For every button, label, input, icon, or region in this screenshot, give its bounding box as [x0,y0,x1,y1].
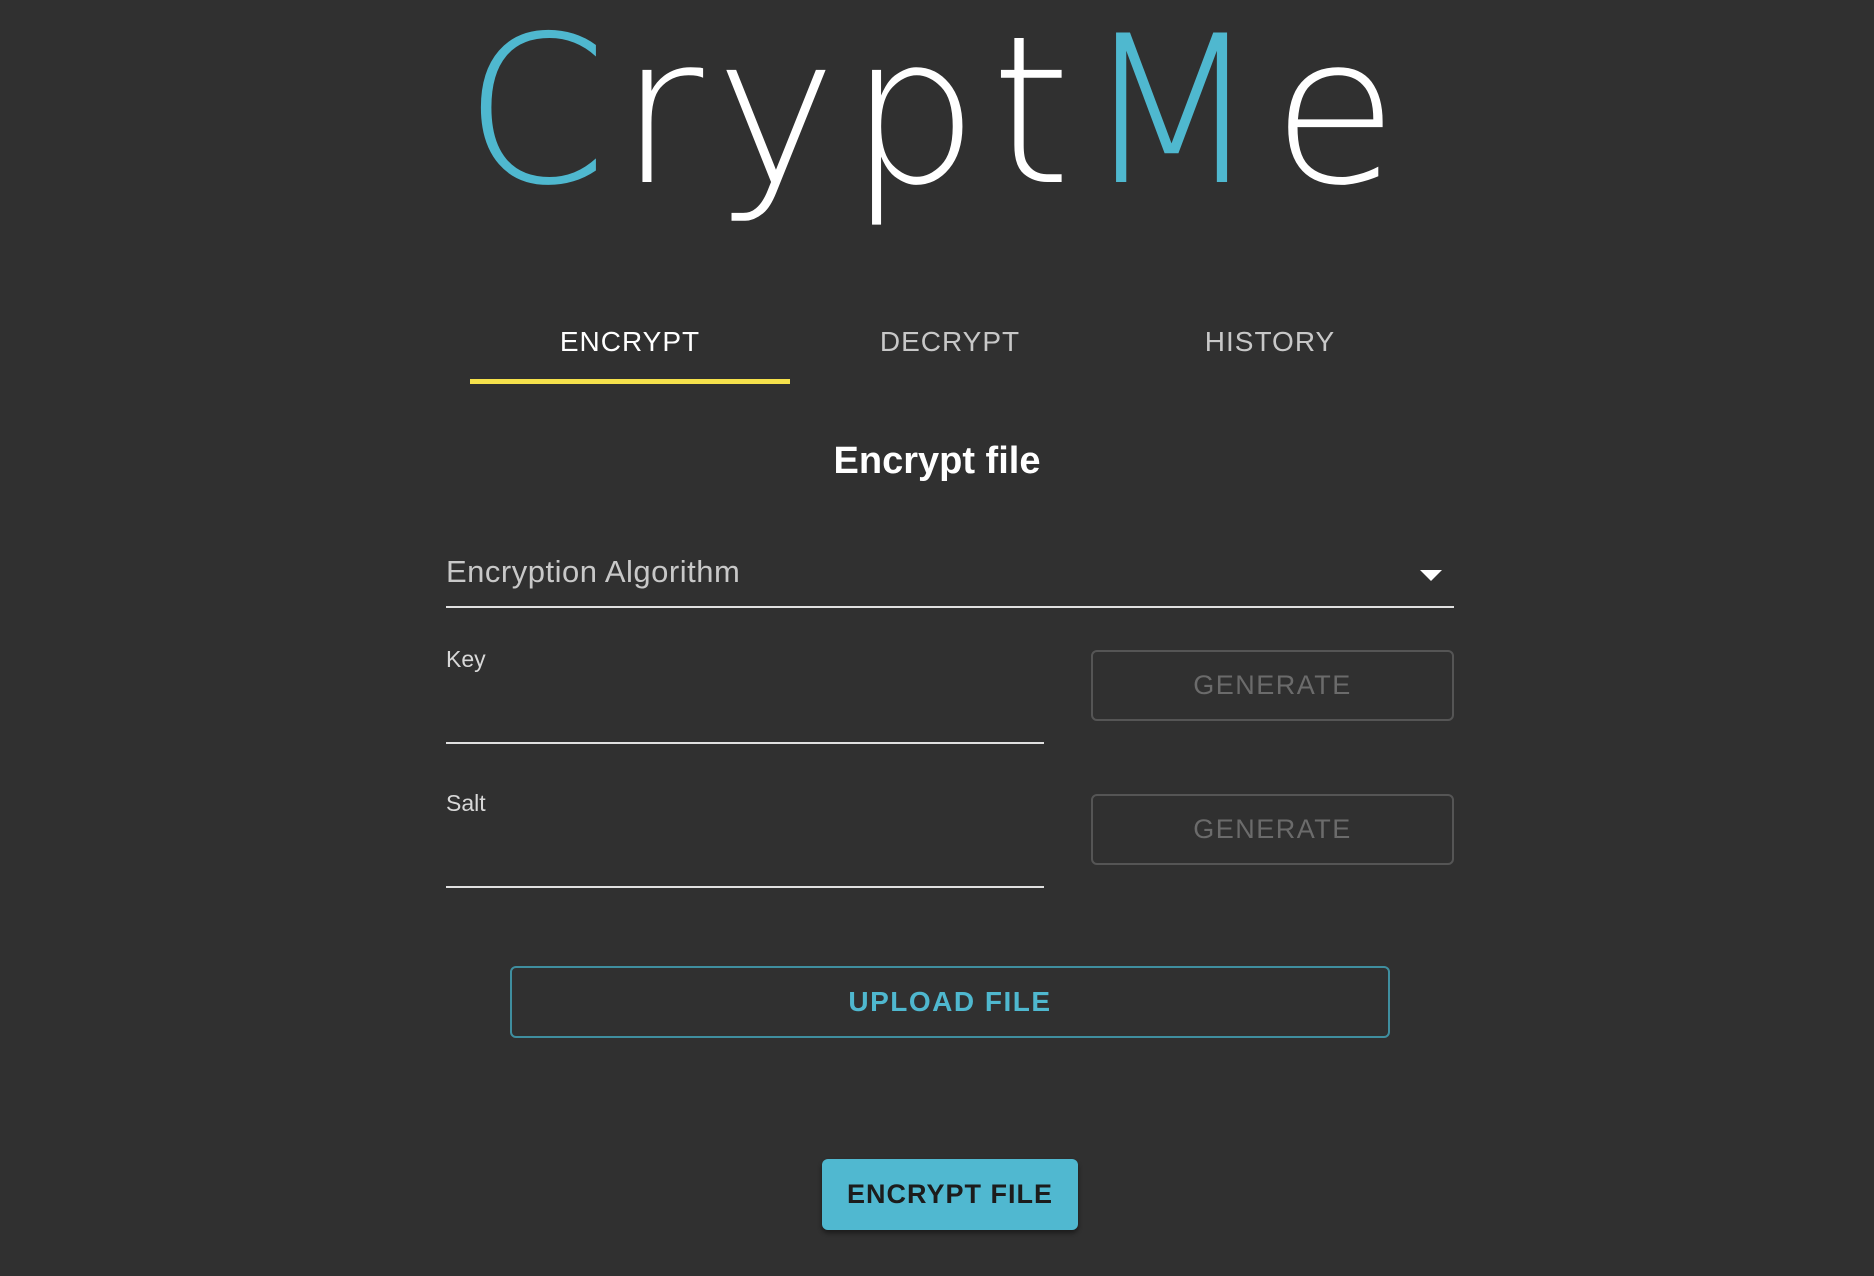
logo-text-rypt: rypt [619,0,1084,231]
tab-decrypt-label: DECRYPT [879,326,1021,357]
dropdown-arrow-icon [1420,570,1442,581]
logo-letter-c: C [463,0,620,231]
tab-decrypt[interactable]: DECRYPT [790,300,1110,384]
key-field: Key [446,646,1044,744]
encryption-algorithm-select[interactable]: Encryption Algorithm [446,540,1454,608]
logo-letter-m: M [1083,0,1272,231]
active-tab-indicator [470,379,790,384]
encrypt-file-button[interactable]: ENCRYPT FILE [822,1159,1078,1230]
tab-history[interactable]: HISTORY [1110,300,1430,384]
app-logo: CryptMe [0,10,1874,215]
generate-salt-button[interactable]: GENERATE [1091,794,1454,865]
tab-history-label: HISTORY [1204,326,1336,357]
logo-text-e: e [1272,0,1411,231]
encryption-algorithm-label: Encryption Algorithm [446,554,741,589]
salt-field-label: Salt [446,790,486,816]
upload-file-button[interactable]: UPLOAD FILE [510,966,1390,1038]
tab-encrypt[interactable]: ENCRYPT [470,300,790,384]
tab-bar: ENCRYPT DECRYPT HISTORY [470,300,1430,384]
generate-key-button[interactable]: GENERATE [1091,650,1454,721]
section-title: Encrypt file [833,440,1041,482]
salt-input[interactable] [446,842,1044,882]
tab-encrypt-label: ENCRYPT [559,326,701,357]
key-input[interactable] [446,698,1044,738]
key-field-label: Key [446,646,486,672]
salt-field: Salt [446,790,1044,888]
